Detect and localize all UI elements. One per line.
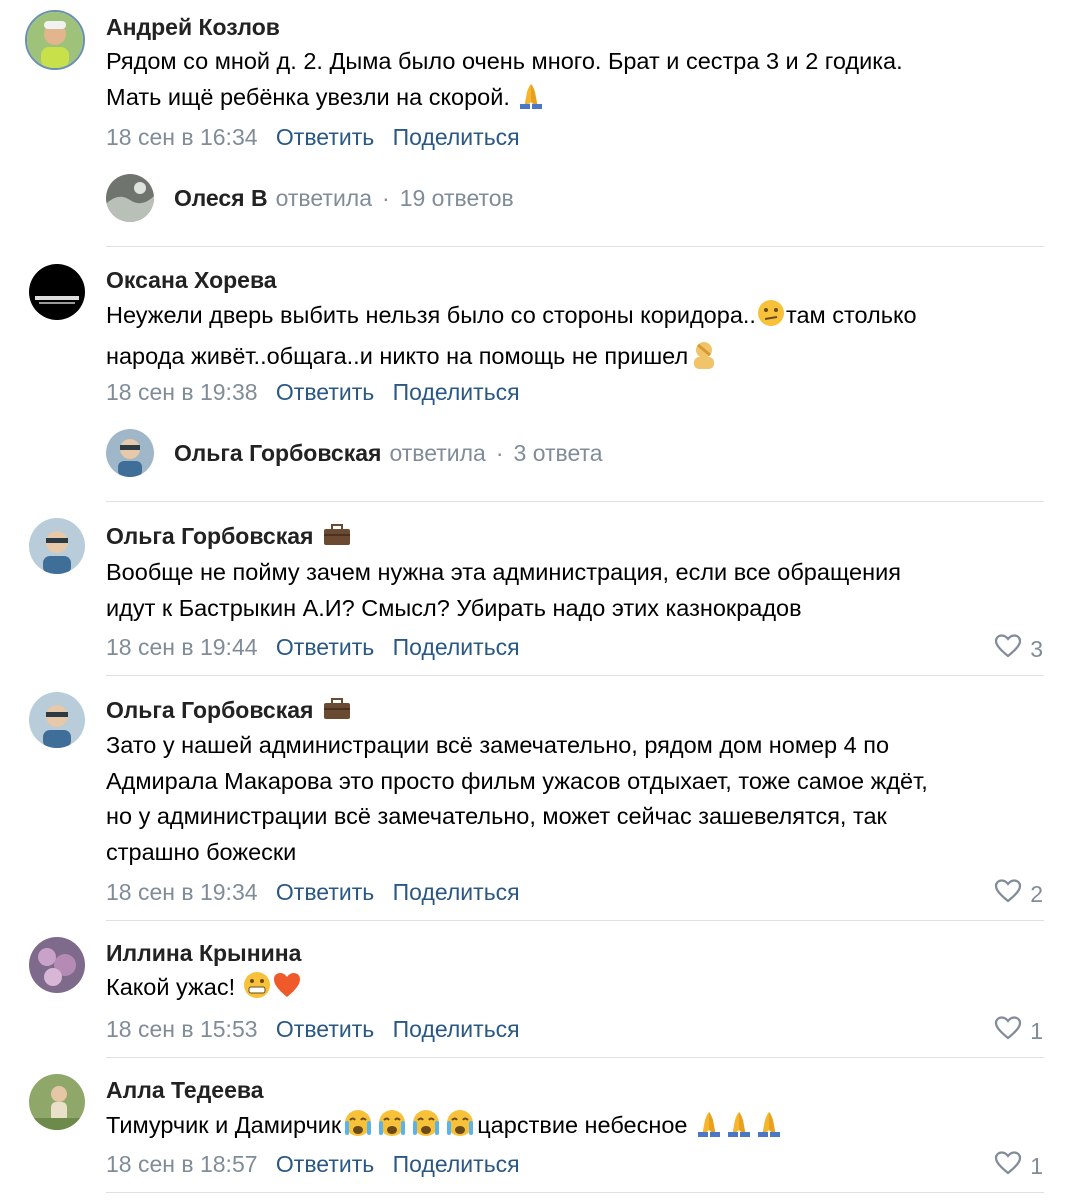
avatar[interactable] [29, 692, 85, 748]
comment-author[interactable]: Оксана Хорева [106, 267, 277, 293]
comment-date[interactable]: 18 сен в 15:53 [106, 1016, 258, 1042]
comment-text-line: Какой ужас! [106, 974, 236, 1000]
share-button[interactable]: Поделиться [393, 1016, 520, 1042]
crying-face-icon [341, 1108, 375, 1149]
avatar[interactable] [25, 10, 85, 70]
comment-text-line: Тимурчик и Дамирчик [106, 1112, 342, 1138]
praying-hands-icon [754, 1108, 784, 1149]
separator-dot: · [382, 184, 390, 211]
avatar[interactable] [29, 518, 85, 574]
comment-author[interactable]: Ольга Горбовская [106, 697, 351, 725]
crying-face-icon [375, 1108, 409, 1149]
heart-icon [994, 879, 1022, 908]
praying-hands-icon [694, 1108, 724, 1149]
comment-text: Рядом со мной д. 2. Дыма было очень мног… [106, 44, 1036, 120]
reply-author[interactable]: Ольга Горбовская [174, 440, 381, 467]
divider [106, 501, 1044, 502]
comment-date[interactable]: 18 сен в 19:44 [106, 634, 258, 660]
share-button[interactable]: Поделиться [393, 879, 520, 905]
praying-hands-icon [516, 80, 546, 121]
comment-meta: 18 сен в 19:38 Ответить Поделиться [106, 379, 520, 405]
reply-author[interactable]: Олеся В [174, 185, 268, 212]
crying-face-icon [409, 1108, 443, 1149]
divider [106, 675, 1044, 676]
praying-hands-icon [724, 1108, 754, 1149]
avatar[interactable] [29, 264, 85, 320]
share-button[interactable]: Поделиться [393, 124, 520, 150]
comment-meta: 18 сен в 19:34 Ответить Поделиться [106, 879, 520, 905]
heart-icon [994, 1151, 1022, 1180]
like-count: 1 [1030, 1152, 1043, 1179]
replies-count[interactable]: 19 ответов [400, 185, 514, 212]
like-button[interactable]: 1 [994, 1151, 1043, 1180]
comment-author[interactable]: Иллина Крынина [106, 940, 301, 966]
reply-button[interactable]: Ответить [276, 879, 374, 905]
replies-thread[interactable]: Ольга Горбовская ответила · 3 ответа [106, 429, 603, 477]
like-button[interactable]: 1 [994, 1016, 1043, 1045]
reply-verb: ответила [275, 184, 373, 211]
comment-author[interactable]: Андрей Козлов [106, 14, 280, 40]
like-button[interactable]: 2 [994, 879, 1043, 908]
like-count: 1 [1030, 1017, 1043, 1044]
share-button[interactable]: Поделиться [393, 1151, 520, 1177]
comment-text-line: Рядом со мной д. 2. Дыма было очень мног… [106, 48, 903, 74]
confused-face-icon [756, 298, 786, 339]
reply-button[interactable]: Ответить [276, 1016, 374, 1042]
comment-meta: 18 сен в 15:53 Ответить Поделиться [106, 1016, 520, 1042]
like-button[interactable]: 3 [994, 634, 1043, 663]
grimacing-face-icon [242, 970, 272, 1011]
reply-button[interactable]: Ответить [276, 1151, 374, 1177]
comment-text: Неужели дверь выбить нельзя было со стор… [106, 298, 1036, 379]
comment-author[interactable]: Алла Тедеева [106, 1077, 264, 1103]
comment-text: Вообще не пойму зачем нужна эта админист… [106, 559, 901, 621]
comment-date[interactable]: 18 сен в 16:34 [106, 124, 258, 150]
comment-text-line: царствие небесное [477, 1112, 688, 1138]
briefcase-icon [323, 524, 351, 551]
separator-dot: · [495, 439, 504, 466]
reply-button[interactable]: Ответить [276, 379, 374, 405]
avatar [106, 174, 154, 222]
comment-text-line: Мать ищё ребёнка увезли на скорой. [106, 83, 510, 110]
author-name[interactable]: Ольга Горбовская [106, 523, 313, 549]
heart-emoji-icon [272, 970, 302, 1011]
avatar[interactable] [29, 1074, 85, 1130]
reply-button[interactable]: Ответить [276, 124, 374, 150]
comment-text: Тимурчик и Дамирчик царствие небесное [106, 1108, 1036, 1149]
author-name[interactable]: Ольга Горбовская [106, 697, 313, 723]
comment-text: Какой ужас! [106, 970, 1036, 1011]
reply-button[interactable]: Ответить [276, 634, 374, 660]
comment-text-line: там столько [785, 302, 917, 328]
comment-text: Зато у нашей администрации всё замечател… [106, 732, 928, 865]
reply-verb: ответила [389, 439, 486, 466]
divider [106, 1057, 1044, 1058]
replies-thread[interactable]: Олеся В ответила · 19 ответов [106, 174, 514, 222]
briefcase-icon [323, 698, 351, 725]
comment-text-line: Неужели дверь выбить нельзя было со стор… [106, 302, 756, 328]
crying-face-icon [443, 1108, 477, 1149]
comment-meta: 18 сен в 18:57 Ответить Поделиться [106, 1151, 520, 1177]
comment-meta: 18 сен в 19:44 Ответить Поделиться [106, 634, 520, 660]
comment-date[interactable]: 18 сен в 19:38 [106, 379, 258, 405]
share-button[interactable]: Поделиться [393, 634, 520, 660]
comment-date[interactable]: 18 сен в 19:34 [106, 879, 258, 905]
avatar [106, 429, 154, 477]
comment-author[interactable]: Ольга Горбовская [106, 523, 351, 551]
divider [106, 246, 1044, 247]
divider [106, 1192, 1044, 1193]
replies-count[interactable]: 3 ответа [514, 440, 603, 467]
comment-meta: 18 сен в 16:34 Ответить Поделиться [106, 124, 520, 150]
share-button[interactable]: Поделиться [393, 379, 520, 405]
like-count: 3 [1030, 635, 1043, 662]
person-facepalm-icon [688, 339, 720, 380]
comment-date[interactable]: 18 сен в 18:57 [106, 1151, 258, 1177]
divider [106, 920, 1044, 921]
like-count: 2 [1030, 880, 1043, 907]
avatar[interactable] [29, 937, 85, 993]
comment-text-line: народа живёт..общага..и никто на помощь … [106, 342, 689, 369]
heart-icon [994, 1016, 1022, 1045]
heart-icon [994, 634, 1022, 663]
